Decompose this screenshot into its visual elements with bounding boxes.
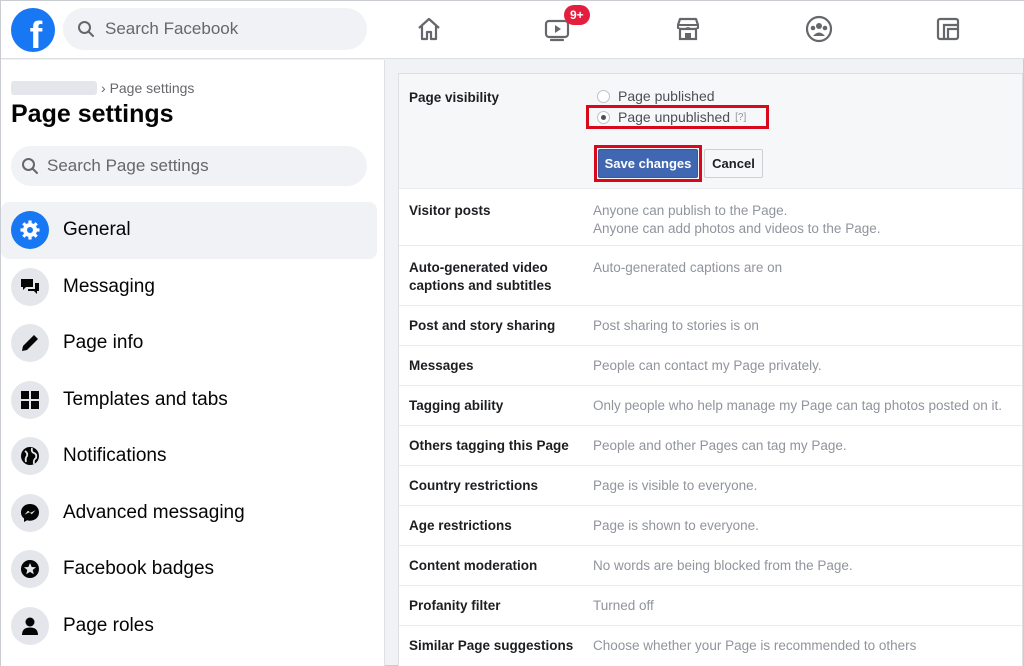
- setting-row-similar-page-suggestions[interactable]: Similar Page suggestions Choose whether …: [399, 626, 1022, 666]
- setting-value: Post sharing to stories is on: [593, 318, 759, 333]
- setting-value: Anyone can publish to the Page.: [593, 203, 788, 218]
- sidebar-item-page-info[interactable]: Page info: [1, 315, 377, 372]
- setting-label: Page visibility: [409, 90, 500, 105]
- messenger-icon: [11, 493, 49, 532]
- grid-icon: [11, 380, 49, 419]
- radio-button[interactable]: [597, 89, 610, 103]
- setting-label: Tagging ability: [409, 398, 504, 413]
- sidebar-item-label: Messaging: [63, 275, 155, 297]
- gear-icon: [11, 211, 49, 250]
- search-placeholder: Search Page settings: [47, 156, 209, 175]
- breadcrumb-separator: ›: [101, 80, 110, 96]
- sidebar-item-notifications[interactable]: Notifications: [1, 428, 377, 485]
- cancel-button[interactable]: Cancel: [704, 149, 763, 178]
- setting-row-tagging-ability[interactable]: Tagging ability Only people who help man…: [399, 386, 1022, 426]
- setting-value: Page is visible to everyone.: [593, 478, 758, 493]
- highlight-box-unpublished: [586, 105, 769, 129]
- setting-label: Visitor posts: [409, 203, 491, 218]
- setting-value-line-2: Anyone can add photos and videos to the …: [593, 221, 881, 236]
- marketplace-icon[interactable]: [672, 13, 704, 45]
- sidebar-item-label: General: [63, 219, 131, 241]
- setting-value: Auto-generated captions are on: [593, 260, 783, 275]
- setting-label: Auto-generated video: [409, 260, 548, 275]
- setting-label: Age restrictions: [409, 518, 512, 533]
- sidebar-item-messaging[interactable]: Messaging: [1, 259, 377, 316]
- person-icon: [11, 606, 49, 645]
- sidebar-item-general[interactable]: General: [1, 202, 377, 259]
- setting-row-profanity-filter[interactable]: Profanity filter Turned off: [399, 586, 1022, 626]
- gaming-icon[interactable]: [932, 13, 964, 45]
- general-settings-panel: Page visibility Page published Page unpu…: [398, 73, 1023, 666]
- sidebar-item-facebook-badges[interactable]: Facebook badges: [1, 541, 377, 598]
- groups-icon[interactable]: [803, 13, 835, 45]
- setting-row-messages[interactable]: Messages People can contact my Page priv…: [399, 346, 1022, 386]
- page-title: Page settings: [11, 100, 174, 128]
- facebook-search-input[interactable]: Search Facebook: [63, 8, 367, 50]
- setting-label: Messages: [409, 358, 474, 373]
- settings-menu: General Messaging Page info Templates an…: [1, 202, 385, 654]
- setting-row-others-tagging[interactable]: Others tagging this Page People and othe…: [399, 426, 1022, 466]
- sidebar-item-advanced-messaging[interactable]: Advanced messaging: [1, 485, 377, 542]
- setting-row-country-restrictions[interactable]: Country restrictions Page is visible to …: [399, 466, 1022, 506]
- globe-icon: [11, 437, 49, 476]
- search-placeholder: Search Facebook: [105, 19, 239, 38]
- setting-label-line-2: captions and subtitles: [409, 278, 552, 293]
- sidebar-item-label: Advanced messaging: [63, 501, 245, 523]
- setting-label: Content moderation: [409, 558, 538, 573]
- sidebar-item-label: Templates and tabs: [63, 388, 228, 410]
- settings-sidebar: › Page settings Page settings Search Pag…: [1, 60, 385, 666]
- setting-value: People and other Pages can tag my Page.: [593, 438, 847, 453]
- chat-bubbles-icon: [11, 267, 49, 306]
- radio-page-published[interactable]: Page published: [597, 88, 715, 104]
- setting-row-age-restrictions[interactable]: Age restrictions Page is shown to everyo…: [399, 506, 1022, 546]
- facebook-logo[interactable]: f: [11, 8, 55, 52]
- setting-value: No words are being blocked from the Page…: [593, 558, 853, 573]
- setting-value: People can contact my Page privately.: [593, 358, 822, 373]
- setting-label: Profanity filter: [409, 598, 501, 613]
- pencil-icon: [11, 324, 49, 363]
- setting-value: Page is shown to everyone.: [593, 518, 759, 533]
- sidebar-item-label: Facebook badges: [63, 558, 215, 580]
- highlight-box-save: [594, 145, 702, 182]
- star-badge-icon: [11, 550, 49, 589]
- setting-value: Turned off: [593, 598, 654, 613]
- sidebar-item-page-roles[interactable]: Page roles: [1, 598, 377, 655]
- breadcrumb-page-name-redacted[interactable]: [11, 81, 97, 95]
- setting-row-content-moderation[interactable]: Content moderation No words are being bl…: [399, 546, 1022, 586]
- setting-label: Similar Page suggestions: [409, 638, 574, 653]
- search-icon: [78, 21, 94, 37]
- search-icon: [22, 158, 38, 174]
- sidebar-item-templates-and-tabs[interactable]: Templates and tabs: [1, 372, 377, 429]
- setting-row-auto-generated-captions[interactable]: Auto-generated video captions and subtit…: [399, 246, 1022, 306]
- setting-value: Choose whether your Page is recommended …: [593, 638, 917, 653]
- setting-label: Others tagging this Page: [409, 438, 569, 453]
- breadcrumb-current: Page settings: [109, 80, 195, 96]
- sidebar-item-label: Notifications: [63, 445, 167, 467]
- search-page-settings-input[interactable]: Search Page settings: [11, 146, 367, 186]
- setting-label: Country restrictions: [409, 478, 539, 493]
- setting-label: Post and story sharing: [409, 318, 556, 333]
- setting-row-page-visibility: Page visibility Page published Page unpu…: [399, 74, 1022, 189]
- top-navigation-bar: f Search Facebook 9+: [1, 1, 1024, 59]
- breadcrumb: › Page settings: [11, 80, 194, 96]
- home-icon[interactable]: [413, 13, 445, 45]
- setting-value: Only people who help manage my Page can …: [593, 398, 1003, 413]
- watch-notification-badge: 9+: [564, 5, 590, 25]
- radio-label: Page published: [618, 88, 715, 104]
- setting-row-visitor-posts[interactable]: Visitor posts Anyone can publish to the …: [399, 189, 1022, 246]
- facebook-logo-letter: f: [29, 15, 43, 52]
- sidebar-item-label: Page roles: [63, 614, 154, 636]
- sidebar-item-label: Page info: [63, 332, 144, 354]
- setting-row-post-and-story-sharing[interactable]: Post and story sharing Post sharing to s…: [399, 306, 1022, 346]
